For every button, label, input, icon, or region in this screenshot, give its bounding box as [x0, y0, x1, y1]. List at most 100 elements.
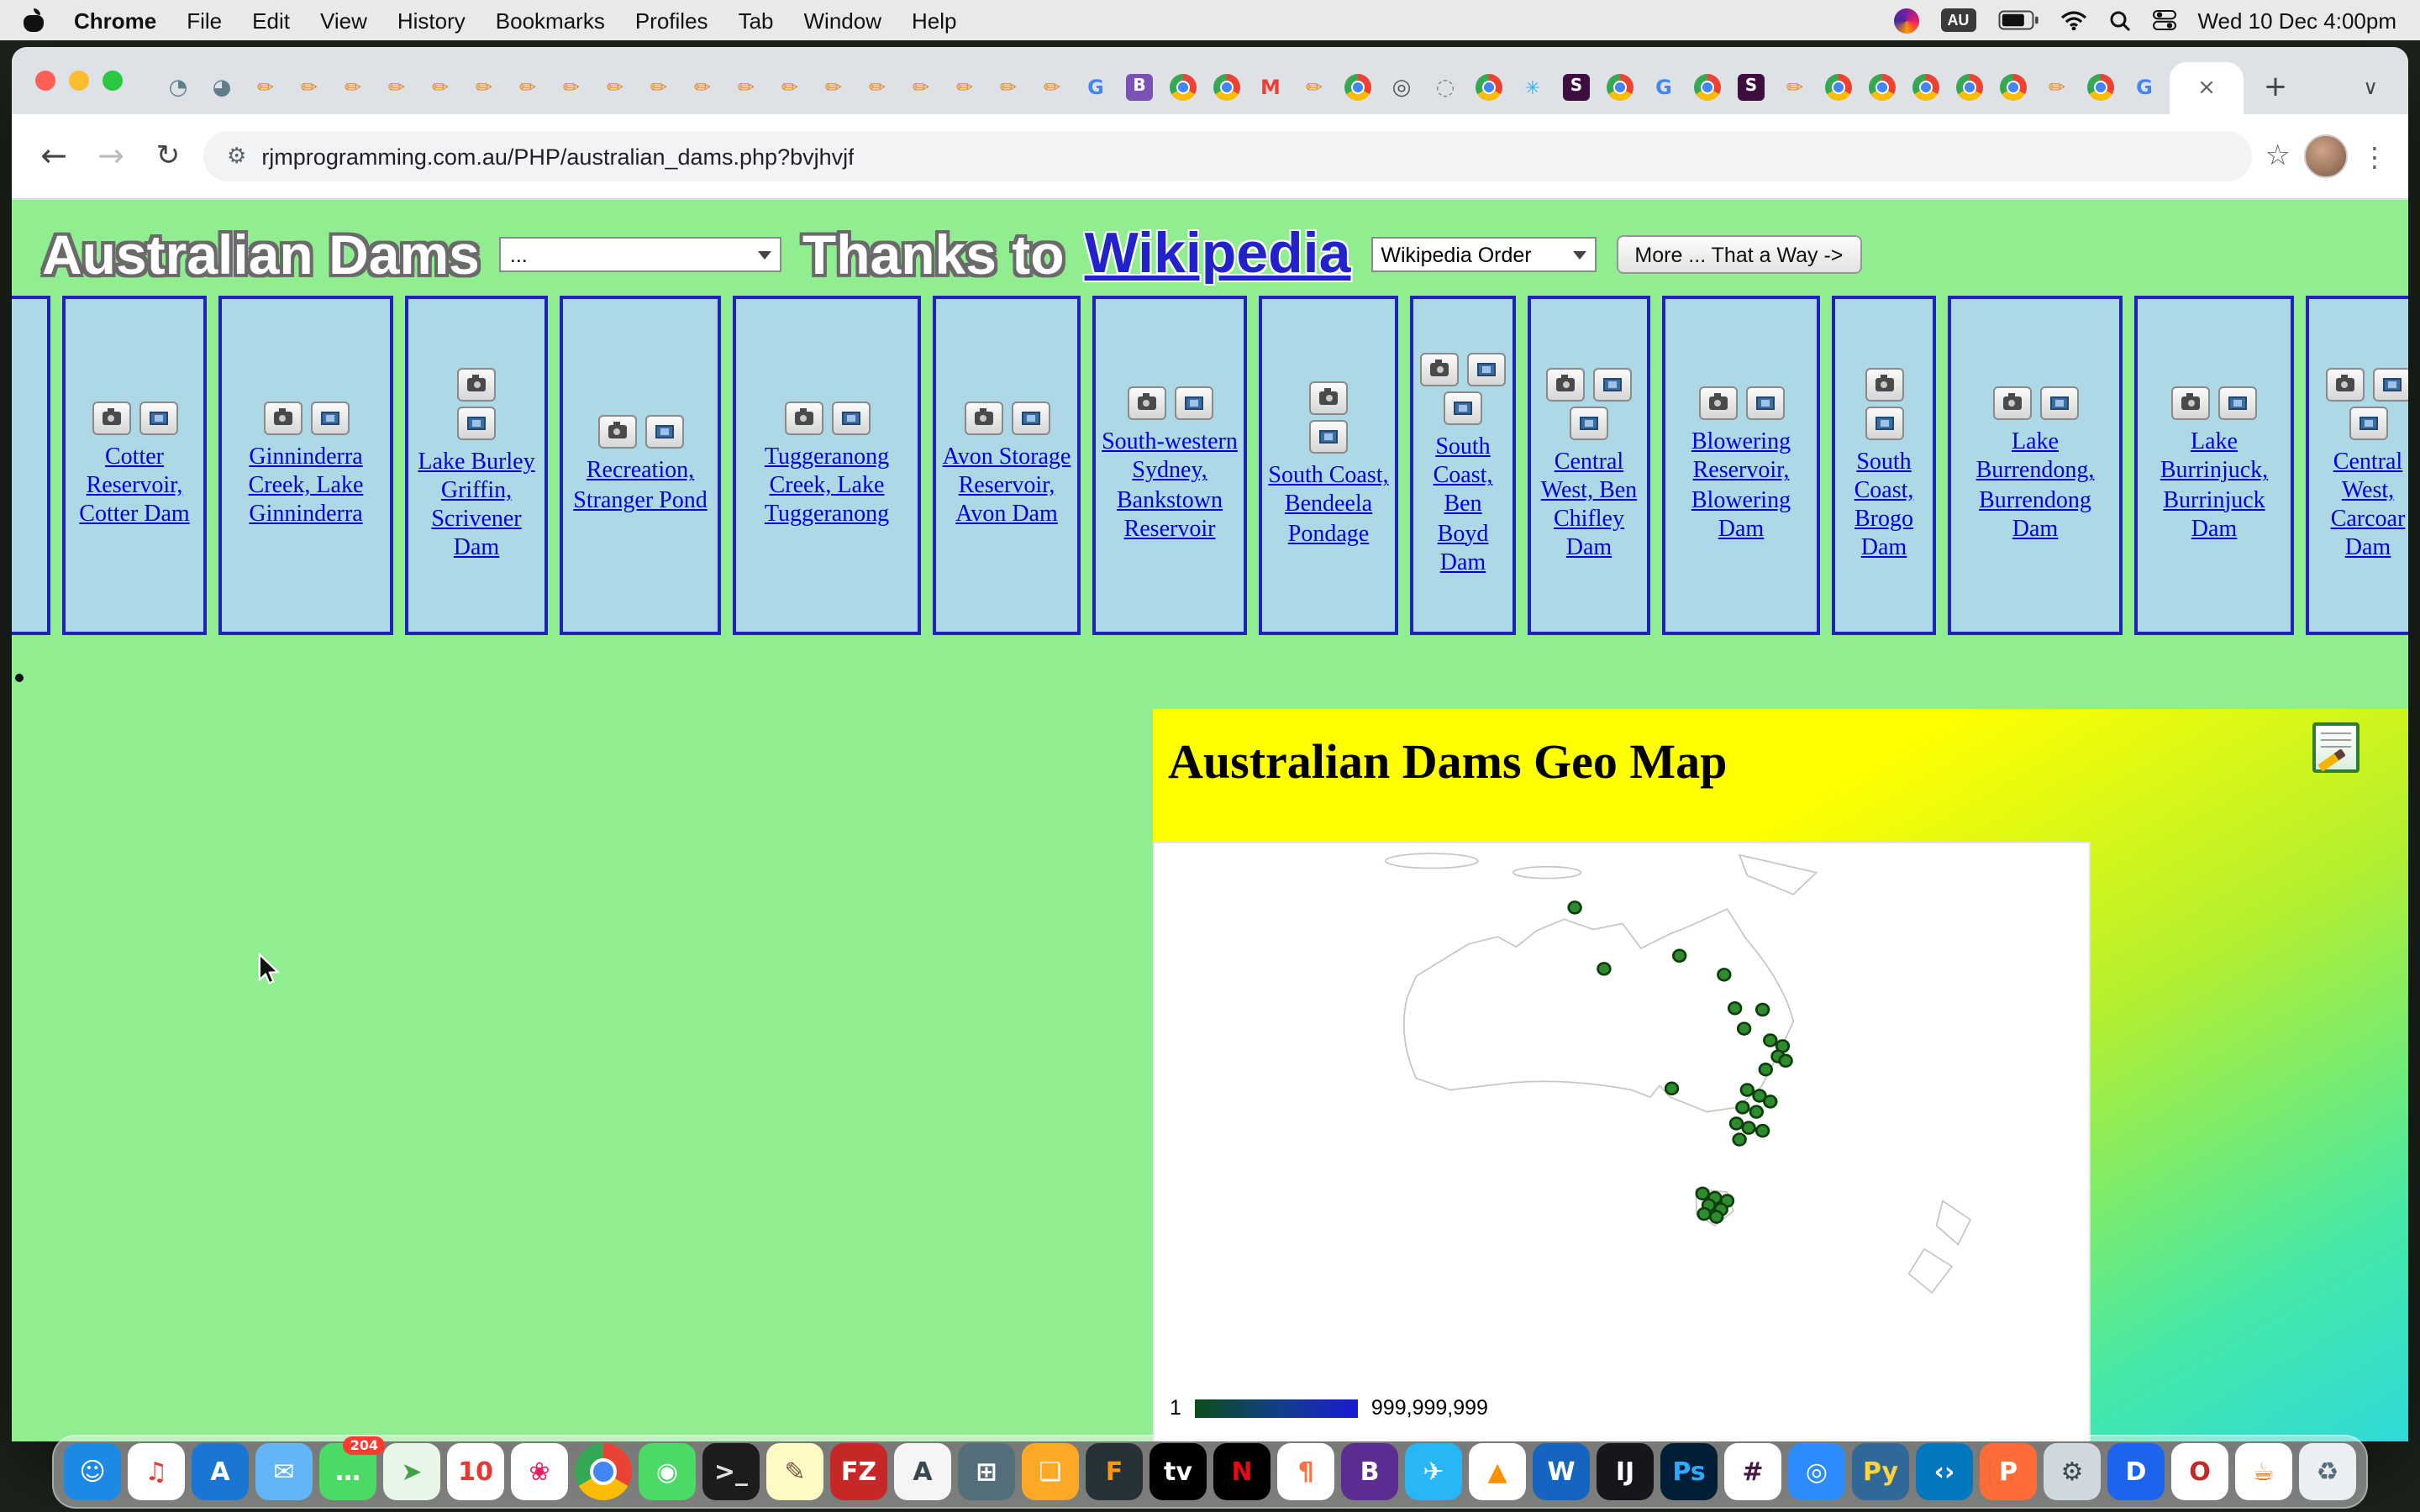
dam-map-marker[interactable]: [1569, 901, 1581, 913]
dam-map-marker[interactable]: [1743, 1122, 1755, 1134]
dam-map-marker[interactable]: [1736, 1101, 1749, 1113]
dock-java[interactable]: ☕: [2235, 1443, 2292, 1500]
bookmark-star-icon[interactable]: ☆: [2265, 139, 2291, 173]
dock-messages[interactable]: …204: [319, 1443, 376, 1500]
dam-map-marker[interactable]: [1665, 1083, 1678, 1095]
dam-map-marker[interactable]: [1756, 1004, 1769, 1016]
note-edit-icon[interactable]: [2312, 722, 2360, 773]
tab-chrome[interactable]: [1991, 62, 2035, 113]
tab-pencil[interactable]: ✏: [375, 62, 418, 113]
film-icon[interactable]: [1593, 368, 1632, 402]
dam-link[interactable]: Lake Burrinjuck, Burrinjuck Dam: [2141, 429, 2287, 544]
camera-icon[interactable]: [1865, 368, 1903, 402]
url-text[interactable]: rjmprogramming.com.au/PHP/australian_dam…: [261, 144, 854, 169]
dock-intellij[interactable]: IJ: [1597, 1443, 1654, 1500]
camera-icon[interactable]: [92, 402, 130, 435]
film-icon[interactable]: [310, 402, 349, 435]
camera-icon[interactable]: [784, 402, 823, 435]
dam-link[interactable]: Central West, Carcoar Dam: [2312, 449, 2408, 564]
tab-chrome[interactable]: [1817, 62, 1860, 113]
film-icon[interactable]: [2039, 387, 2078, 421]
menu-file[interactable]: File: [187, 8, 222, 33]
tab-bootstrap[interactable]: B: [1118, 62, 1161, 113]
tab-pencil[interactable]: ✏: [855, 62, 899, 113]
dock-apple-tv[interactable]: tv: [1150, 1443, 1207, 1500]
active-tab[interactable]: ×: [2170, 61, 2244, 113]
dock-bootstrap[interactable]: B: [1341, 1443, 1398, 1500]
more-that-a-way-button[interactable]: More ... That a Way ->: [1616, 235, 1861, 274]
dock-word[interactable]: W: [1533, 1443, 1590, 1500]
dam-link[interactable]: Central West, Ben Chifley Dam: [1534, 449, 1644, 564]
dam-link[interactable]: Avon Storage Reservoir, Avon Dam: [939, 444, 1074, 529]
tab-pencil[interactable]: ✏: [943, 62, 986, 113]
tab-chrome[interactable]: [1686, 62, 1729, 113]
dock-docker[interactable]: D: [2107, 1443, 2165, 1500]
zoom-window-button[interactable]: [103, 71, 123, 91]
film-icon[interactable]: [1467, 354, 1506, 387]
input-source-indicator[interactable]: AU: [1940, 8, 1975, 32]
dock-photoshop[interactable]: Ps: [1660, 1443, 1718, 1500]
dam-link[interactable]: South Coast, Bendeela Pondage: [1265, 463, 1392, 549]
dam-map-marker[interactable]: [1697, 1188, 1709, 1200]
dock-calendar[interactable]: 10: [447, 1443, 504, 1500]
dam-map-marker[interactable]: [1718, 969, 1730, 980]
menu-bar-clock[interactable]: Wed 10 Dec 4:00pm: [2197, 8, 2396, 33]
tab-pencil[interactable]: ✏: [812, 62, 855, 113]
tab-target[interactable]: ◎: [1380, 62, 1423, 113]
tab-pencil[interactable]: ✏: [681, 62, 724, 113]
camera-icon[interactable]: [2325, 368, 2364, 402]
camera-icon[interactable]: [1309, 382, 1348, 416]
film-icon[interactable]: [644, 416, 683, 449]
tab-pencil[interactable]: ✏: [506, 62, 550, 113]
camera-icon[interactable]: [1698, 387, 1737, 421]
dock-firefox[interactable]: F: [1086, 1443, 1143, 1500]
camera-icon[interactable]: [457, 368, 496, 402]
camera-icon[interactable]: [2171, 387, 2210, 421]
tab-clock[interactable]: ◕: [200, 62, 244, 113]
forward-button[interactable]: →: [89, 138, 133, 175]
dock-slack[interactable]: #: [1724, 1443, 1781, 1500]
menu-help[interactable]: Help: [912, 8, 957, 33]
tab-pencil[interactable]: ✏: [768, 62, 812, 113]
camera-icon[interactable]: [1420, 354, 1459, 387]
dam-map-marker[interactable]: [1710, 1211, 1723, 1223]
dam-map-marker[interactable]: [1598, 963, 1611, 974]
menu-bookmarks[interactable]: Bookmarks: [496, 8, 605, 33]
tab-pencil[interactable]: ✏: [899, 62, 943, 113]
tab-google[interactable]: G: [1074, 62, 1118, 113]
reload-button[interactable]: ↻: [146, 139, 190, 173]
dam-map-marker[interactable]: [1733, 1134, 1746, 1146]
spotlight-search-icon[interactable]: [2108, 9, 2130, 31]
dock-app-store[interactable]: A: [192, 1443, 249, 1500]
dam-link[interactable]: Blowering Reservoir, Blowering Dam: [1669, 429, 1813, 544]
dam-map-marker[interactable]: [1764, 1095, 1776, 1107]
close-tab-icon[interactable]: ×: [2197, 75, 2216, 100]
dock-maps[interactable]: ➤: [383, 1443, 440, 1500]
minimize-window-button[interactable]: [69, 71, 89, 91]
camera-icon[interactable]: [1992, 387, 2031, 421]
tab-gmail[interactable]: M: [1249, 62, 1292, 113]
dock-launchpad[interactable]: ⊞: [958, 1443, 1015, 1500]
tab-pencil[interactable]: ✏: [287, 62, 331, 113]
dock-python[interactable]: Py: [1852, 1443, 1909, 1500]
tab-chrome[interactable]: [1205, 62, 1249, 113]
dam-map-marker[interactable]: [1730, 1118, 1743, 1130]
dock-files[interactable]: ❏: [1022, 1443, 1079, 1500]
dam-link[interactable]: Recreation, Stranger Pond: [566, 458, 714, 515]
dam-link[interactable]: South Coast, Brogo Dam: [1839, 449, 1929, 564]
dock-vscode[interactable]: ‹›: [1916, 1443, 1973, 1500]
dock-music[interactable]: ♫: [128, 1443, 185, 1500]
tab-chrome[interactable]: [1336, 62, 1380, 113]
dock-mail[interactable]: ✉: [255, 1443, 313, 1500]
menu-view[interactable]: View: [320, 8, 367, 33]
film-icon[interactable]: [139, 402, 177, 435]
dam-link[interactable]: South-western Sydney, Bankstown Reservoi…: [1099, 429, 1240, 544]
dock-trash[interactable]: ♻: [2299, 1443, 2356, 1500]
dam-map-marker[interactable]: [1741, 1084, 1754, 1096]
dock-chrome[interactable]: [575, 1443, 632, 1500]
film-icon[interactable]: [1865, 407, 1903, 440]
dam-map-marker[interactable]: [1780, 1055, 1792, 1067]
dam-map-marker[interactable]: [1764, 1035, 1776, 1047]
dock-pages[interactable]: ¶: [1277, 1443, 1334, 1500]
tab-pencil[interactable]: ✏: [418, 62, 462, 113]
